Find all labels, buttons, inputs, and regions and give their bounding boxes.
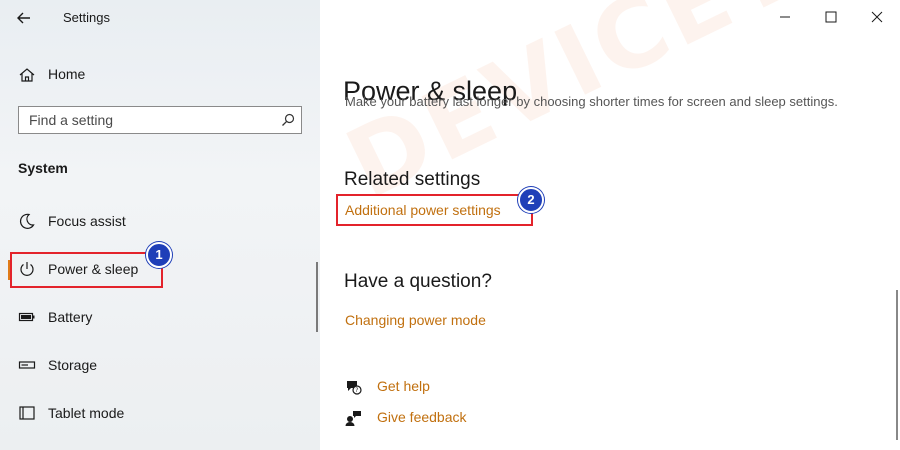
sidebar-scrollbar[interactable]	[316, 262, 318, 332]
sidebar-item-battery[interactable]: Battery	[8, 300, 308, 334]
sidebar-item-focus-assist[interactable]: Focus assist	[8, 204, 308, 238]
close-button[interactable]	[854, 4, 900, 30]
battery-icon	[18, 312, 35, 322]
page-description: Make your battery last longer by choosin…	[345, 94, 838, 109]
feedback-icon	[345, 411, 361, 426]
get-help-link[interactable]: Get help	[377, 378, 430, 394]
moon-icon	[19, 213, 35, 229]
maximize-icon	[825, 11, 837, 23]
home-icon	[19, 68, 35, 82]
step-badge-2: 2	[518, 187, 544, 213]
search-box	[18, 106, 302, 134]
changing-power-mode-link[interactable]: Changing power mode	[345, 312, 486, 328]
step-badge-1: 1	[146, 242, 172, 268]
sidebar-item-home[interactable]: Home	[10, 62, 310, 88]
maximize-button[interactable]	[808, 4, 854, 30]
svg-text:?: ?	[355, 387, 358, 394]
app-title: Settings	[63, 10, 110, 25]
search-input[interactable]	[19, 107, 289, 133]
get-help-row[interactable]: ? Get help	[344, 376, 544, 398]
sidebar-item-label: Tablet mode	[48, 405, 125, 421]
have-a-question-heading: Have a question?	[344, 271, 492, 292]
minimize-button[interactable]	[762, 4, 808, 30]
sidebar-item-label: Storage	[48, 357, 98, 373]
related-settings-heading: Related settings	[344, 169, 481, 190]
highlight-box-additional-power-settings	[336, 194, 533, 226]
storage-icon	[18, 361, 36, 369]
sidebar-item-label: Home	[48, 66, 86, 82]
sidebar-item-label: Focus assist	[48, 213, 126, 229]
help-chat-icon: ?	[347, 381, 362, 395]
sidebar-item-tablet-mode[interactable]: Tablet mode	[8, 396, 308, 430]
search-icon[interactable]	[281, 113, 295, 127]
main-scrollbar[interactable]	[896, 290, 898, 440]
back-button[interactable]	[10, 4, 40, 32]
close-icon	[871, 11, 883, 23]
sidebar: Settings Home System Focus assist Power …	[0, 0, 320, 450]
minimize-icon	[780, 16, 790, 18]
highlight-box-power-sleep	[10, 252, 163, 288]
give-feedback-link[interactable]: Give feedback	[377, 409, 467, 425]
sidebar-item-storage[interactable]: Storage	[8, 348, 308, 382]
sidebar-item-label: Battery	[48, 309, 93, 325]
give-feedback-row[interactable]: Give feedback	[344, 407, 544, 429]
back-arrow-icon	[17, 12, 30, 24]
tablet-icon	[19, 406, 35, 420]
group-label-system: System	[18, 160, 68, 176]
